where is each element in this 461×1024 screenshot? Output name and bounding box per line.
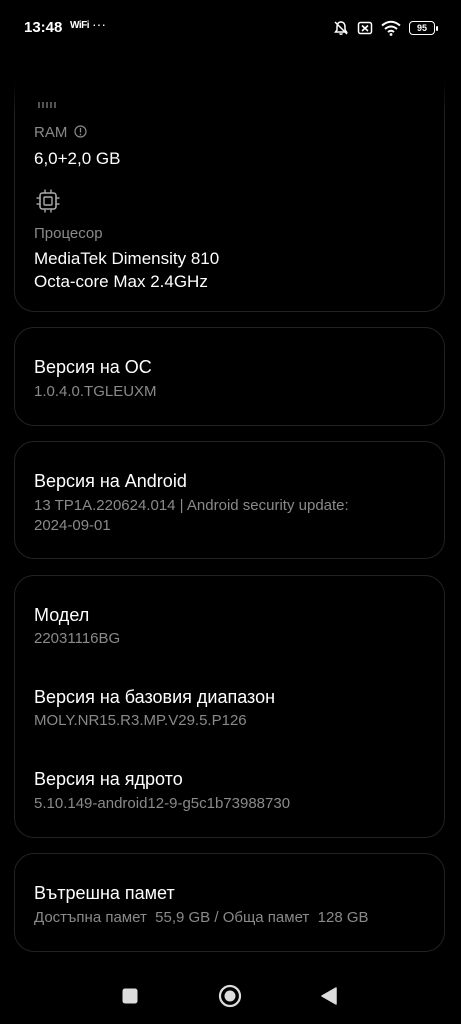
ram-icon [38,102,56,108]
status-notification-icon: WiFi [70,20,90,31]
cpu-value-line2: Octa-core Max 2.4GHz [34,272,208,291]
android-version-value-line2: 2024-09-01 [34,517,111,534]
cpu-label: Процесор [34,225,103,242]
storage-title: Вътрешна памет [34,883,175,903]
os-version-value: 1.0.4.0.TGLEUXM [34,383,157,400]
wifi-icon [381,20,401,36]
android-version-title: Версия на Android [34,471,187,491]
status-icons: 95 [333,18,438,38]
info-icon[interactable] [73,125,87,138]
recents-square-icon[interactable] [121,987,139,1005]
status-bar: 13:48 WiFi ··· 95 [0,0,461,56]
os-version-title: Версия на ОС [34,357,152,377]
model-value: 22031116BG [34,630,121,647]
ram-label: RAM [34,124,68,141]
kernel-value: 5.10.149-android12-9-g5c1b73988730 [34,795,291,812]
baseband-title: Версия на базовия диапазон [34,687,276,707]
no-sim-icon [357,21,373,35]
ram-value: 6,0+2,0 GB [34,149,121,168]
baseband-value: MOLY.NR15.R3.MP.V29.5.P126 [34,712,247,729]
android-version-value-line1: 13 TP1A.220624.014 | Android security up… [34,497,349,514]
cpu-icon [36,189,60,213]
status-time: 13:48 [24,19,63,36]
storage-value: Достъпна памет 55,9 GB / Обща памет 128 … [34,909,369,926]
home-circle-icon[interactable] [218,984,242,1008]
status-more-notifications: ··· [92,16,106,32]
mute-bell-icon [334,21,348,35]
kernel-title: Версия на ядрото [34,769,183,789]
model-title: Модел [34,605,90,625]
cpu-value-line1: MediaTek Dimensity 810 [34,249,220,268]
battery-icon: 95 [409,21,438,35]
back-triangle-icon[interactable] [320,986,338,1006]
ram-label-row: RAM [34,124,87,141]
